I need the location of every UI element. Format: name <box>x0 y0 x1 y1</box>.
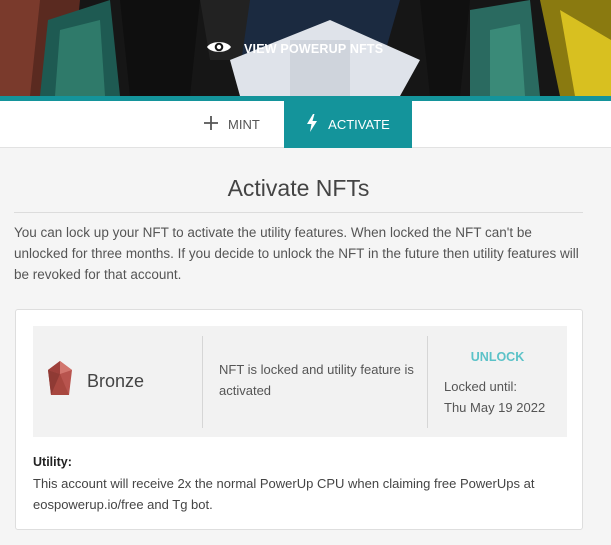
utility-description: This account will receive 2x the normal … <box>33 476 535 512</box>
nft-row: Bronze NFT is locked and utility feature… <box>33 326 567 437</box>
page-description: You can lock up your NFT to activate the… <box>14 225 579 282</box>
tab-bar: MINT ACTIVATE <box>0 101 611 148</box>
plus-icon <box>204 116 218 133</box>
nft-name: Bronze <box>87 371 145 391</box>
utility-label: Utility: <box>33 455 72 469</box>
bronze-gem-icon <box>47 361 73 402</box>
view-powerup-nfts-button[interactable]: VIEW POWERUP NFTS <box>206 36 383 62</box>
tab-activate[interactable]: ACTIVATE <box>284 101 412 148</box>
nft-name-cell: Bronze <box>33 326 202 437</box>
lightning-icon <box>306 114 318 135</box>
tab-mint[interactable]: MINT <box>204 101 284 148</box>
title-divider <box>14 212 583 213</box>
unlock-button[interactable]: UNLOCK <box>428 350 567 364</box>
unlock-cell: UNLOCK Locked until: Thu May 19 2022 <box>428 326 567 437</box>
locked-until-label: Locked until: <box>444 379 517 394</box>
banner: VIEW POWERUP NFTS <box>0 0 611 96</box>
locked-until: Locked until: Thu May 19 2022 <box>444 376 545 418</box>
nft-status: NFT is locked and utility feature is act… <box>219 362 414 398</box>
tab-mint-label: MINT <box>228 117 260 132</box>
nft-card: Bronze NFT is locked and utility feature… <box>15 309 583 530</box>
page-title: Activate NFTs <box>227 175 370 201</box>
locked-until-date: Thu May 19 2022 <box>444 400 546 415</box>
tab-activate-label: ACTIVATE <box>328 117 390 132</box>
eye-icon <box>206 39 232 60</box>
column-divider <box>202 336 203 428</box>
view-powerup-nfts-label: VIEW POWERUP NFTS <box>244 42 384 56</box>
